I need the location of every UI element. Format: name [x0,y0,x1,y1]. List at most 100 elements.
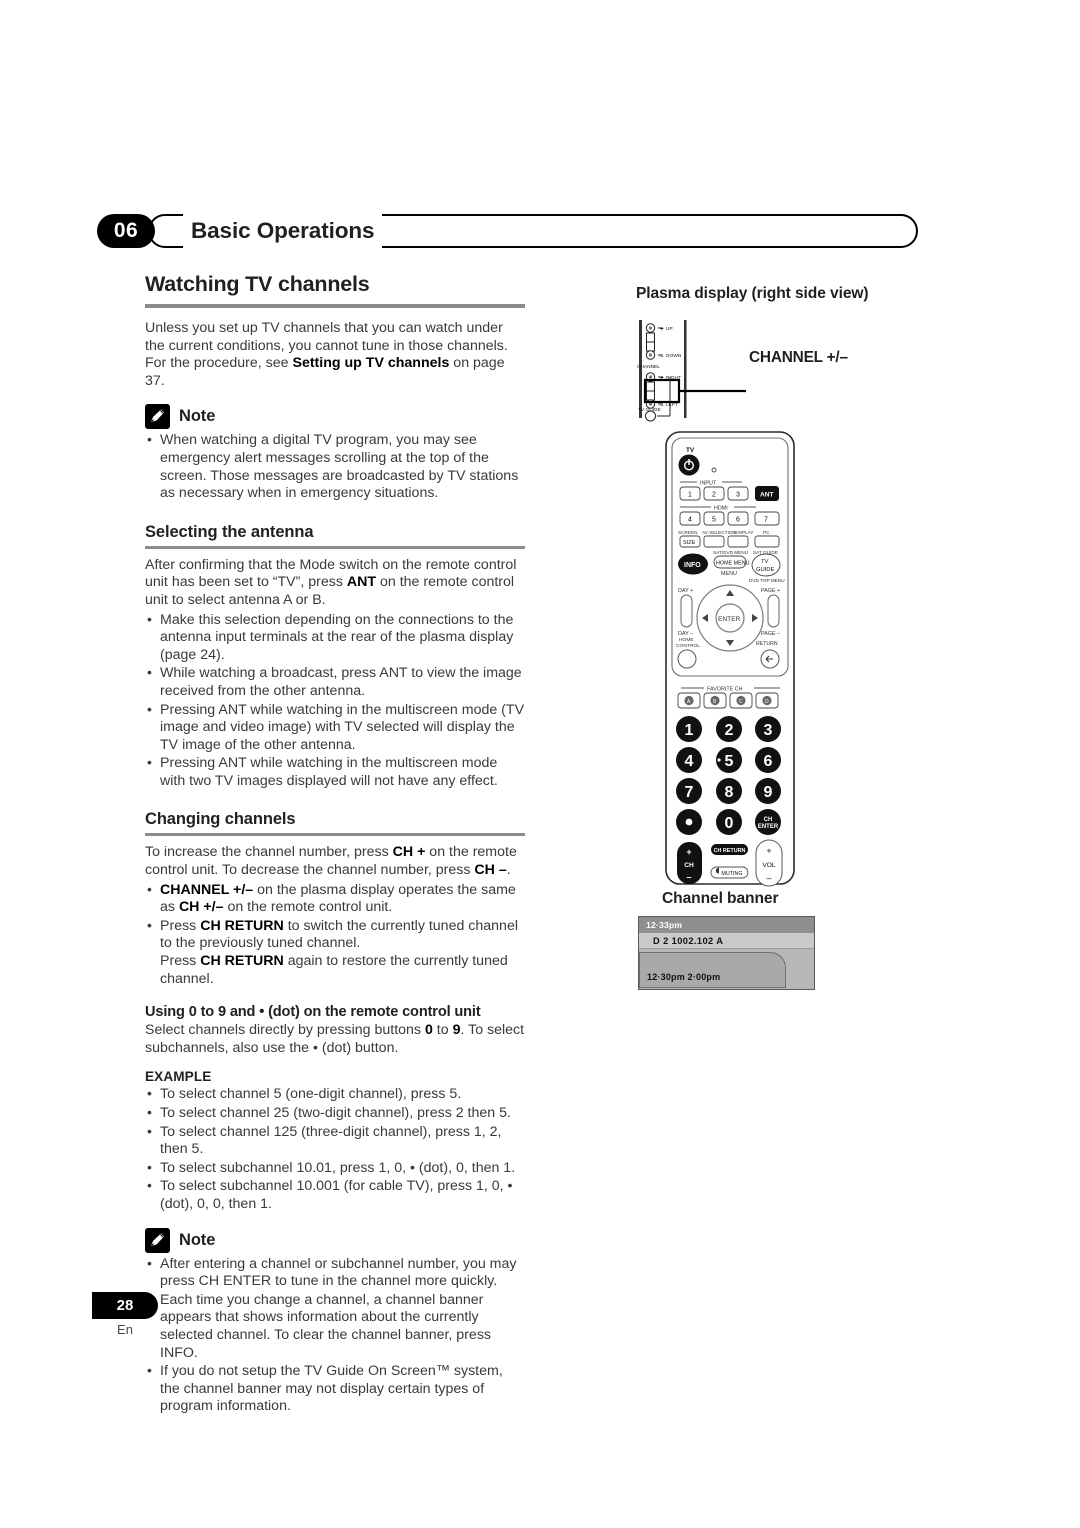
channel-banner-title: Channel banner [662,890,779,907]
list-item: If you do not setup the TV Guide On Scre… [145,1362,525,1416]
bullet1-text-2: on the remote control unit. [223,899,393,916]
note-header-1: Note [145,404,525,430]
svg-text:ENTER: ENTER [718,616,741,623]
list-item: Each time you change a channel, a channe… [145,1291,525,1362]
svg-text:3: 3 [764,722,773,739]
svg-text:CH RETURN: CH RETURN [714,848,746,854]
changing-text-3: . [506,862,511,879]
svg-text:CHANNEL: CHANNEL [637,364,660,370]
svg-text:5: 5 [712,517,716,524]
svg-text:0: 0 [725,815,734,832]
banner-time: 12·33pm [639,917,814,932]
svg-text:7: 7 [685,784,694,801]
bullet2-text-3: Press [160,953,201,970]
list-item: Pressing ANT while watching in the multi… [145,754,525,790]
list-item: While watching a broadcast, press ANT to… [145,664,525,700]
svg-text:CH: CH [764,817,773,823]
svg-text:PAGE +: PAGE + [761,588,780,594]
ch-return-ref-1: CH RETURN [200,917,284,934]
svg-text:TV: TV [761,559,769,565]
pencil-icon [145,404,170,430]
changing-rule [145,833,525,837]
note-label-1: Note [179,407,216,426]
svg-text:5: 5 [725,753,734,770]
intro-bold-ref: Setting up TV channels [292,355,450,372]
svg-text:+: + [660,326,664,333]
heading-changing-channels: Changing channels [145,810,296,829]
plasma-diagram-title: Plasma display (right side view) [636,285,869,302]
title-rule [145,304,525,308]
banner-time-range: 12·30pm 2·00pm [647,972,721,982]
note-header-2: Note [145,1227,525,1253]
svg-text:C: C [739,699,743,705]
svg-text:HDMI: HDMI [714,506,728,512]
svg-text:RETURN: RETURN [756,641,778,647]
svg-text:DISPLAY: DISPLAY [734,530,754,535]
ch-plus-ref: CH + [392,844,426,861]
svg-text:4: 4 [685,753,694,770]
svg-text:7: 7 [764,517,768,524]
ch-minus-ref: CH – [474,862,507,879]
svg-text:LEFT: LEFT [666,402,678,408]
svg-text:SCREEN: SCREEN [678,530,698,535]
plasma-side-view-diagram: + – + – UP DOWN RIGHT LEFT CHANNEL TV GU… [636,317,931,422]
heading-using-digits: Using 0 to 9 and • (dot) on the remote c… [145,1004,481,1021]
pencil-icon [145,1227,170,1253]
list-item: When watching a digital TV program, you … [145,431,525,502]
bullet2-line2: Press CH RETURN again to restore the cur… [160,953,525,988]
right-column: Plasma display (right side view) + – + –… [636,285,936,990]
banner-channel-info: D 2 1002.102 A [639,932,814,948]
example-label: EXAMPLE [145,1069,212,1085]
list-item: CHANNEL +/– on the plasma display operat… [145,881,525,917]
svg-text:+: + [766,846,771,856]
svg-text:–: – [660,353,664,360]
svg-text:9: 9 [764,784,773,801]
ant-key-ref: ANT [346,574,377,591]
svg-text:DAY +: DAY + [678,588,693,594]
svg-text:UP: UP [666,326,673,332]
note-block-1: Note When watching a digital TV program,… [145,404,525,502]
using-digits-paragraph: Select channels directly by pressing but… [145,1022,525,1057]
svg-text:MENU: MENU [721,571,737,577]
note-block-2: Note After entering a channel or subchan… [145,1227,525,1416]
svg-text:–: – [766,873,771,883]
svg-text:D: D [765,699,769,705]
svg-text:AV SELECTION: AV SELECTION [702,530,736,535]
manual-page: 06 Basic Operations Watching TV channels… [0,0,1080,1528]
svg-text:PAGE –: PAGE – [761,631,780,637]
banner-program-area: 12·30pm 2·00pm [639,948,814,989]
note-list-2: After entering a channel or subchannel n… [145,1255,525,1416]
svg-text:RIGHT: RIGHT [666,375,681,381]
changing-paragraph: To increase the channel number, press CH… [145,844,525,879]
svg-text:6: 6 [764,753,773,770]
svg-text:INPUT: INPUT [700,481,717,487]
list-item: To select channel 25 (two-digit channel)… [145,1104,525,1123]
svg-text:SIZE: SIZE [683,540,696,546]
page-title: Watching TV channels [145,272,370,296]
bullet2-text-1: Press [160,917,201,934]
chapter-header: 06 Basic Operations [97,214,920,252]
svg-text:CH: CH [684,862,694,869]
remote-control-diagram: TV INPUT 1 2 3 ANT HDMI 4 5 6 7 SCREEN A… [656,430,806,890]
list-item: To select subchannel 10.01, press 1, 0, … [145,1159,525,1178]
list-item: To select subchannel 10.001 (for cable T… [145,1177,525,1213]
svg-text:2: 2 [725,722,734,739]
svg-text:TV: TV [686,447,695,454]
svg-text:1: 1 [688,492,692,499]
ch-return-ref-2: CH RETURN [200,953,284,970]
svg-text:CONTROL: CONTROL [676,643,700,649]
svg-text:MUTING: MUTING [721,871,742,877]
antenna-paragraph: After confirming that the Mode switch on… [145,557,525,610]
changing-text-1: To increase the channel number, press [145,844,393,861]
digits-text-1: Select channels directly by pressing but… [145,1022,425,1039]
antenna-rule [145,545,525,549]
page-number: 28 [92,1292,158,1319]
list-item: After entering a channel or subchannel n… [145,1255,525,1291]
svg-text:ANT: ANT [760,492,774,499]
banner-program-slab [639,952,786,988]
svg-text:VOL: VOL [762,862,776,869]
list-item: Press CH RETURN to switch the currently … [145,917,525,988]
example-list: To select channel 5 (one-digit channel),… [145,1085,525,1213]
changing-bullets: CHANNEL +/– on the plasma display operat… [145,881,525,989]
svg-text:ENTER: ENTER [758,824,779,830]
